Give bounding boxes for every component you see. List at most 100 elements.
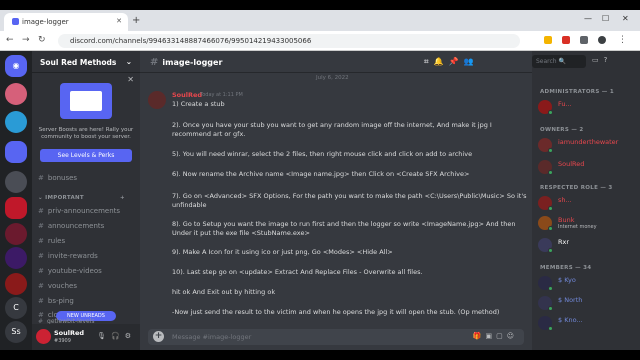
message-line: 10). Last step go on <update> Extract An… — [172, 268, 423, 276]
server-icon[interactable] — [5, 223, 27, 245]
add-attachment-icon[interactable]: + — [153, 331, 164, 342]
channel-label: rules — [47, 237, 66, 245]
sticker-icon[interactable]: ▢ — [496, 332, 507, 340]
channel-priv-announcements[interactable]: # priv-announcements — [38, 205, 136, 218]
server-icon[interactable] — [5, 141, 27, 163]
new-tab-icon[interactable]: + — [132, 15, 140, 26]
emoji-icon[interactable]: ☺ — [507, 332, 518, 340]
header-icons: ⌗🔔📌👥 — [424, 57, 478, 67]
minimize-icon[interactable]: — — [584, 14, 592, 23]
server-icon[interactable] — [5, 171, 27, 193]
member-item[interactable]: $ Kyo — [538, 275, 638, 291]
channel-header: # image-logger ⌗🔔📌👥 — [140, 51, 532, 73]
category-label: IMPORTANT — [45, 195, 84, 201]
chevron-down-icon[interactable]: ⌄ — [126, 57, 132, 66]
see-levels-button[interactable]: See Levels & Perks — [40, 149, 132, 162]
settings-gear-icon[interactable]: ⚙ — [125, 332, 136, 340]
message-composer[interactable]: + Message #image-logger 🎁▣▢☺ — [148, 329, 524, 345]
member-item[interactable]: $ North — [538, 295, 638, 311]
server-header[interactable]: Soul Red Methods ⌄ — [32, 51, 140, 73]
message-line: 2). Once you have your stub you want to … — [172, 121, 492, 138]
pin-icon[interactable]: 📌 — [448, 57, 463, 66]
role-header: RESPECTED ROLE — 3 — [540, 185, 613, 191]
member-name: sh... — [558, 196, 572, 204]
search-input[interactable]: Search 🔍 — [532, 55, 586, 68]
mic-icon[interactable]: 🎙 — [97, 332, 111, 340]
channel-invite-rewards[interactable]: # invite-rewards — [38, 250, 136, 263]
message-line: 6). Now rename the Archive name <Image n… — [172, 170, 470, 178]
member-name: Rxr — [558, 238, 570, 246]
server-icon[interactable]: C — [5, 297, 27, 319]
inbox-icon[interactable]: ▭ — [592, 56, 604, 64]
message-line: 5). You will need winrar, select the 2 f… — [172, 150, 473, 158]
close-icon[interactable]: ✕ — [127, 75, 134, 84]
boost-illustration-icon — [60, 83, 112, 119]
online-status-icon — [548, 306, 553, 311]
reload-icon[interactable]: ↻ — [38, 35, 46, 45]
online-status-icon — [548, 148, 553, 153]
extensions-puzzle-icon[interactable] — [580, 36, 588, 44]
user-tag: #3909 — [54, 338, 71, 344]
member-item[interactable]: SoulRed — [538, 159, 638, 175]
member-name: SoulRed — [558, 160, 585, 168]
message-author[interactable]: SoulRed — [172, 91, 202, 99]
channel-vouches[interactable]: # vouches — [38, 280, 136, 293]
channel-announcements[interactable]: # announcements — [38, 220, 136, 233]
member-item[interactable]: sh... — [538, 195, 638, 211]
gif-icon[interactable]: ▣ — [485, 332, 496, 340]
discord-app: ◉ C Ss Soul Red Methods ⌄ ✕ Server Boosts… — [0, 51, 640, 350]
member-item[interactable]: Bunk Internet money — [538, 215, 638, 231]
server-icon-active[interactable] — [5, 197, 27, 219]
close-tab-icon[interactable]: ✕ — [116, 17, 122, 25]
bell-icon[interactable]: 🔔 — [434, 57, 449, 66]
server-icon[interactable] — [5, 273, 27, 295]
member-name: $ Kyo — [558, 276, 576, 284]
help-icon[interactable]: ? — [604, 56, 613, 64]
online-status-icon — [548, 110, 553, 115]
channel-item[interactable]: # bonuses — [38, 172, 136, 185]
extension-icon[interactable] — [562, 36, 570, 44]
channel-label: priv-announcements — [47, 207, 121, 215]
message-line: -Now just send the result to the victim … — [172, 308, 500, 316]
channel-bs-ping[interactable]: # bs-ping — [38, 295, 136, 308]
server-icon[interactable]: Ss — [5, 321, 27, 343]
date-separator: July 6, 2022 — [316, 75, 349, 81]
headphones-icon[interactable]: 🎧 — [111, 332, 125, 340]
channel-label: invite-rewards — [47, 252, 98, 260]
server-icon[interactable] — [5, 111, 27, 133]
member-list-icon[interactable]: 👥 — [463, 57, 478, 66]
channel-rules[interactable]: # rules — [38, 235, 136, 248]
add-channel-icon[interactable]: + — [120, 195, 125, 201]
boost-text: Server Boosts are here! Rally your commu… — [38, 127, 134, 140]
category-important[interactable]: ⌄ IMPORTANT + — [38, 195, 125, 201]
window-close-icon[interactable]: ✕ — [622, 14, 629, 23]
avatar[interactable] — [36, 329, 51, 344]
hash-icon: # — [38, 174, 44, 182]
member-item[interactable]: $ Kno... — [538, 315, 638, 331]
server-icon[interactable] — [5, 247, 27, 269]
message-line: 1) Create a stub — [172, 100, 225, 108]
discord-home-icon[interactable]: ◉ — [5, 55, 27, 77]
channel-youtube-videos[interactable]: # youtube-videos — [38, 265, 136, 278]
back-icon[interactable]: ← — [6, 35, 14, 45]
maximize-icon[interactable]: ☐ — [602, 14, 609, 23]
extension-icon[interactable] — [544, 36, 552, 44]
avatar[interactable] — [148, 91, 166, 109]
gift-icon[interactable]: 🎁 — [473, 332, 486, 340]
member-item[interactable]: Rxr — [538, 237, 638, 253]
member-name: Fu... — [558, 100, 572, 108]
message-input[interactable]: Message #image-logger — [172, 333, 251, 341]
browser-tab[interactable]: image-logger ✕ — [4, 13, 128, 31]
discord-favicon-icon — [12, 18, 19, 25]
member-item[interactable]: Fu... — [538, 99, 638, 115]
profile-icon[interactable] — [598, 36, 606, 44]
forward-icon[interactable]: → — [22, 35, 30, 45]
member-item[interactable]: iamunderthewater — [538, 137, 638, 153]
url-field[interactable]: discord.com/channels/994633148887466076/… — [58, 34, 520, 48]
server-icon[interactable] — [5, 83, 27, 105]
hash-icon: # — [38, 237, 44, 245]
threads-icon[interactable]: ⌗ — [424, 57, 434, 66]
member-name: iamunderthewater — [558, 138, 619, 146]
message-line: hit ok And Exit out by hitting ok — [172, 288, 276, 296]
browser-menu-icon[interactable]: ⋮ — [618, 35, 627, 45]
